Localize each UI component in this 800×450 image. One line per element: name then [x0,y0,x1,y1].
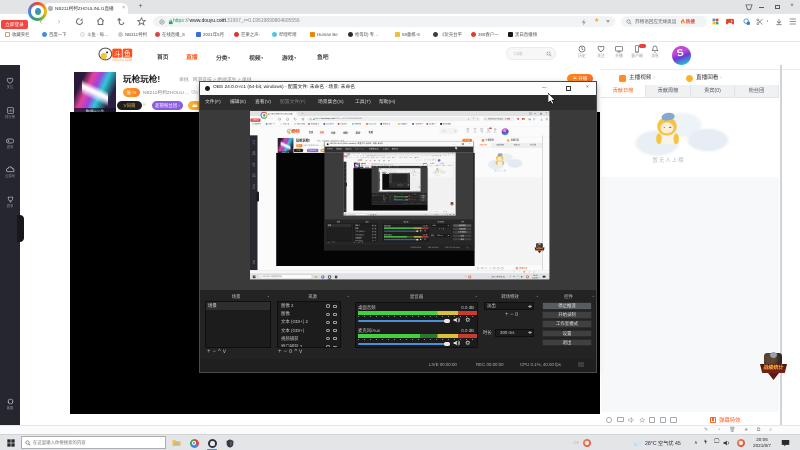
svg-text:鱼: 鱼 [296,129,299,133]
svg-text:斗: 斗 [293,129,296,133]
svg-text:DOUYU.COM: DOUYU.COM [113,58,133,62]
svg-text:斗: 斗 [114,50,121,58]
svg-text:DOUYU.COM: DOUYU.COM [292,133,299,134]
